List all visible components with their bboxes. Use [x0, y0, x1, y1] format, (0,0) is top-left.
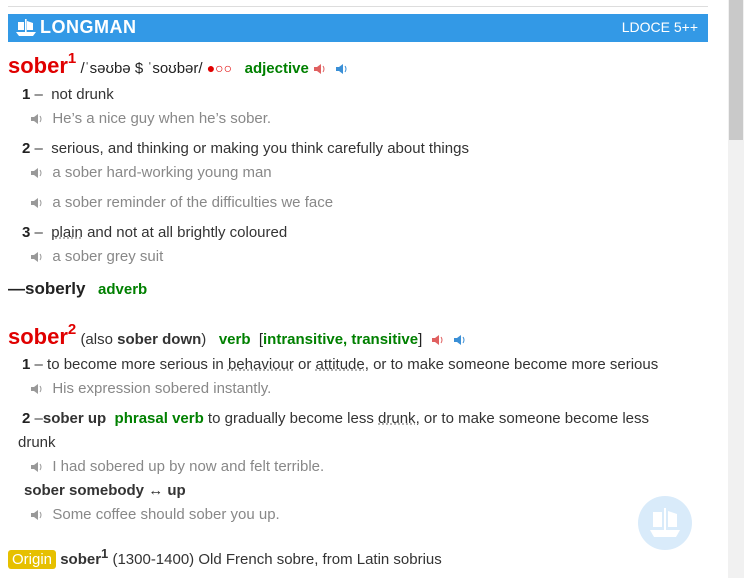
- frequency-dots: ●○○: [206, 60, 233, 76]
- speaker-icon[interactable]: [30, 197, 44, 209]
- example: a sober hard-working young man: [30, 164, 272, 181]
- sense-2: 2 – serious, and thinking or making you …: [22, 140, 469, 157]
- origin-text: (1300-1400) Old French sobre, from Latin…: [108, 551, 442, 568]
- example-text: a sober reminder of the difficulties we …: [52, 194, 334, 211]
- definition-continued: drunk: [18, 434, 56, 451]
- origin-word: sober1: [60, 546, 109, 568]
- phrase: sober somebody ↔ up: [24, 482, 186, 499]
- speaker-american-icon[interactable]: [335, 63, 349, 75]
- example: He’s a nice guy when he’s sober.: [30, 110, 271, 127]
- definition: serious, and thinking or making you thin…: [51, 140, 469, 157]
- speaker-american-icon[interactable]: [453, 334, 467, 346]
- example: His expression sobered instantly.: [30, 380, 271, 397]
- longman-banner: LONGMAN LDOCE 5++: [8, 14, 708, 42]
- runon-soberly: —soberly adverb: [8, 279, 147, 299]
- sense-number: 1: [22, 86, 31, 103]
- definition-link[interactable]: drunk: [378, 410, 416, 427]
- runon-word: —soberly: [8, 279, 86, 298]
- speaker-icon[interactable]: [30, 113, 44, 125]
- definition: to become more serious in: [47, 356, 228, 373]
- phrase-sober-somebody-up: sober somebody ↔ up: [24, 482, 186, 499]
- pronunciation: /ˈsəʊbə $ ˈsoʊbər/: [80, 60, 203, 77]
- speaker-british-icon[interactable]: [313, 63, 327, 75]
- definition: drunk: [18, 434, 56, 451]
- example: I had sobered up by now and felt terribl…: [30, 458, 324, 475]
- brand-name: LONGMAN: [40, 17, 137, 37]
- ship-logo-icon: [16, 19, 36, 36]
- part-of-speech: phrasal verb: [114, 410, 204, 427]
- top-divider: [8, 6, 708, 7]
- definition: not drunk: [51, 86, 114, 103]
- sense-number: 2: [22, 140, 31, 157]
- sense-number: 1: [22, 356, 31, 373]
- speaker-british-icon[interactable]: [431, 334, 445, 346]
- headword: sober1: [8, 50, 77, 78]
- definition-link[interactable]: behaviour: [228, 356, 294, 373]
- example-text: Some coffee should sober you up.: [52, 506, 280, 523]
- part-of-speech: adjective: [244, 60, 309, 77]
- sense-number: 2: [22, 410, 31, 427]
- example-text: a sober hard-working young man: [52, 164, 272, 181]
- part-of-speech: verb: [218, 331, 251, 348]
- speaker-icon[interactable]: [30, 383, 44, 395]
- phrasal-verb: sober up: [42, 410, 107, 427]
- definition: , or to make someone become more serious: [364, 356, 659, 373]
- entry1-header: sober1 /ˈsəʊbə $ ˈsoʊbər/ ●○○ adjective: [8, 50, 349, 79]
- scrollbar[interactable]: [728, 0, 744, 578]
- sense-number: 3: [22, 224, 31, 241]
- example-text: His expression sobered instantly.: [52, 380, 272, 397]
- origin-label: Origin: [8, 550, 57, 569]
- example: Some coffee should sober you up.: [30, 506, 280, 523]
- also-form: (also sober down): [80, 331, 207, 348]
- origin: Origin sober1 (1300-1400) Old French sob…: [8, 546, 442, 569]
- example-text: a sober grey suit: [52, 248, 164, 265]
- headword: sober2: [8, 321, 77, 349]
- sense-2: 2 –sober up phrasal verb to gradually be…: [22, 410, 650, 427]
- grammar-info: [intransitive, transitive]: [258, 331, 423, 348]
- example: a sober reminder of the difficulties we …: [30, 194, 333, 211]
- definition: and not at all brightly coloured: [82, 224, 288, 241]
- definition: to gradually become less: [203, 410, 379, 427]
- example-text: I had sobered up by now and felt terribl…: [52, 458, 325, 475]
- definition: or: [293, 356, 316, 373]
- part-of-speech: adverb: [98, 281, 148, 298]
- example: a sober grey suit: [30, 248, 163, 265]
- speaker-icon[interactable]: [30, 509, 44, 521]
- sense-1: 1 – not drunk: [22, 86, 114, 103]
- ship-watermark-icon: [638, 496, 692, 550]
- sense-1: 1 – to become more serious in behaviour …: [22, 356, 659, 373]
- entry2-header: sober2 (also sober down) verb [intransit…: [8, 321, 467, 350]
- speaker-icon[interactable]: [30, 251, 44, 263]
- definition-link[interactable]: plain: [51, 224, 83, 241]
- edition-label: LDOCE 5++: [621, 19, 698, 35]
- speaker-icon[interactable]: [30, 167, 44, 179]
- definition: , or to make someone become less: [415, 410, 650, 427]
- sense-3: 3 – plain and not at all brightly colour…: [22, 224, 288, 241]
- example-text: He’s a nice guy when he’s sober.: [52, 110, 272, 127]
- definition-link[interactable]: attitude: [316, 356, 365, 373]
- speaker-icon[interactable]: [30, 461, 44, 473]
- scrollbar-thumb[interactable]: [729, 0, 743, 140]
